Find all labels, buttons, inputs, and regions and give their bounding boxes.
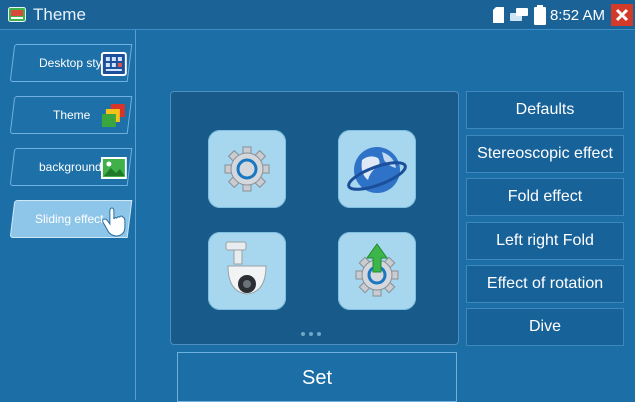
page-dot — [301, 332, 305, 336]
page-indicator — [301, 332, 321, 336]
clock: 8:52 AM — [549, 6, 605, 24]
sidebar-item-background[interactable]: background — [9, 148, 133, 186]
sidebar-item-desktop-style[interactable]: Desktop style — [9, 44, 133, 82]
sidebar-item-label: Sliding effect — [35, 212, 104, 226]
settings-app-tile[interactable] — [208, 130, 286, 208]
window-title: Theme — [33, 5, 86, 24]
option-fold-effect[interactable]: Fold effect — [466, 178, 624, 216]
battery-icon — [533, 5, 546, 25]
network-icon — [509, 8, 528, 22]
option-effect-of-rotation[interactable]: Effect of rotation — [466, 265, 624, 303]
sidebar: Desktop style Theme background Sliding e… — [0, 30, 136, 400]
option-dive[interactable]: Dive — [466, 308, 624, 346]
theme-app-icon — [8, 7, 26, 22]
option-stereoscopic-effect[interactable]: Stereoscopic effect — [466, 135, 624, 173]
theme-icon — [101, 103, 127, 129]
hand-pointer-icon — [101, 207, 127, 237]
ptz-camera-app-tile[interactable] — [208, 232, 286, 310]
desktop-style-icon — [100, 51, 127, 77]
option-left-right-fold[interactable]: Left right Fold — [466, 222, 624, 260]
sidebar-item-sliding-effect[interactable]: Sliding effect — [9, 200, 133, 238]
update-arrow-gear-icon — [355, 243, 399, 297]
ptz-camera-icon — [225, 241, 267, 295]
browser-app-tile[interactable] — [338, 130, 416, 208]
upgrade-app-tile[interactable] — [338, 232, 416, 310]
sd-card-icon — [492, 7, 504, 23]
theme-preview-panel — [170, 91, 459, 345]
globe-icon — [347, 147, 407, 193]
close-button[interactable] — [611, 4, 633, 26]
settings-gear-icon — [224, 146, 270, 192]
title-bar: Theme 8:52 AM — [0, 0, 635, 30]
background-image-icon — [100, 155, 127, 181]
option-defaults[interactable]: Defaults — [466, 91, 624, 129]
set-button[interactable]: Set — [177, 352, 457, 402]
page-dot — [309, 332, 313, 336]
sidebar-item-theme[interactable]: Theme — [9, 96, 133, 134]
page-dot — [317, 332, 321, 336]
sidebar-item-label: background — [39, 160, 102, 174]
sidebar-item-label: Theme — [53, 108, 91, 122]
status-area: 8:52 AM — [492, 0, 635, 30]
close-icon — [615, 8, 629, 22]
